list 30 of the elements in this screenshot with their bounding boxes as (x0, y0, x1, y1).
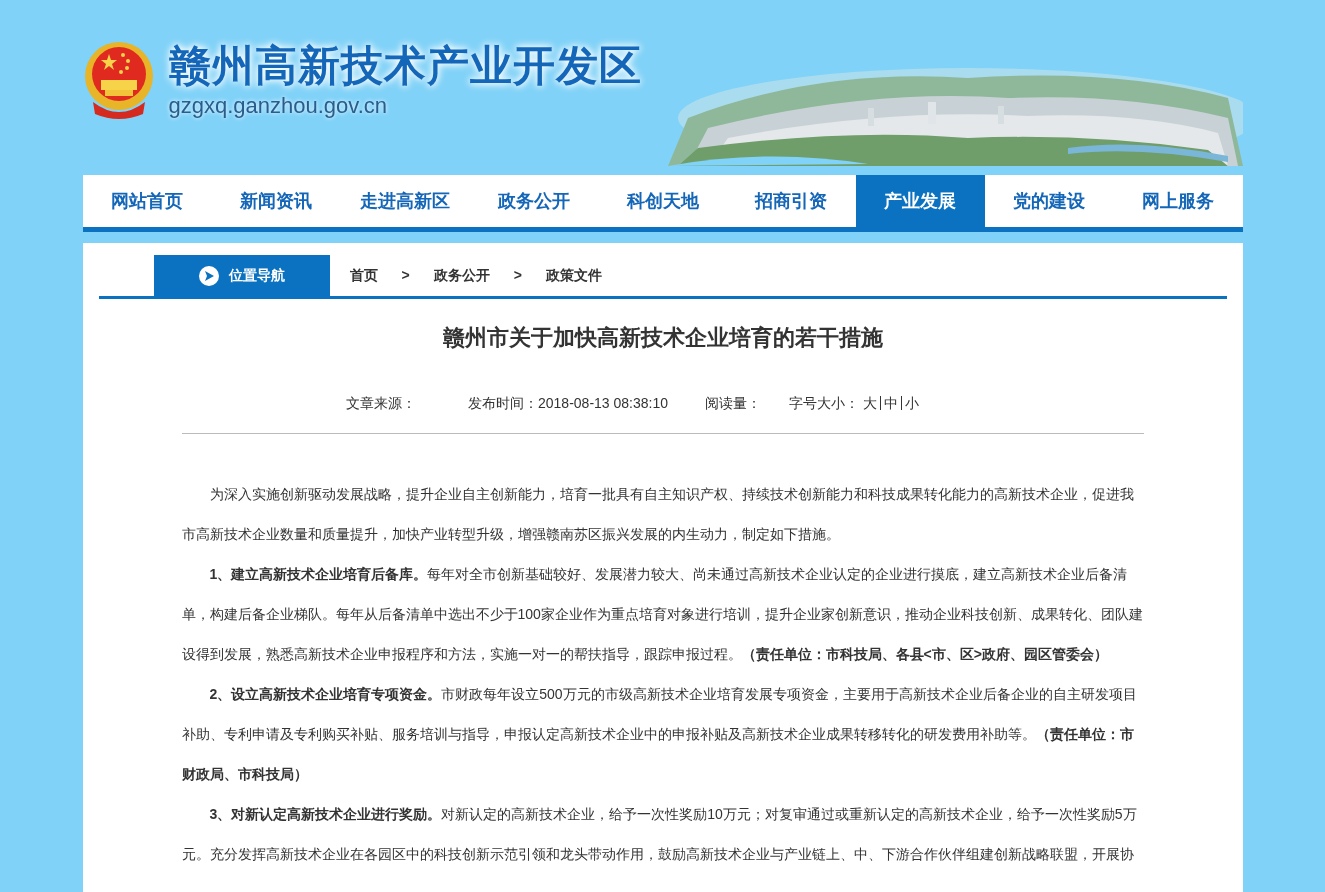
meta-text: 阅读量： (705, 393, 762, 413)
breadcrumb-link[interactable]: 政务公开 (433, 265, 490, 286)
nav-tab[interactable]: 科创天地 (598, 175, 727, 227)
site-url: gzgxq.ganzhou.gov.cn (168, 92, 389, 120)
font-size-link[interactable]: 小 (905, 392, 919, 414)
font-size-link[interactable]: 中 (884, 392, 898, 414)
nav-tab[interactable]: 招商引资 (726, 175, 856, 227)
breadcrumb-link[interactable]: 政策文件 (545, 265, 602, 286)
article-paragraph: 为深入实施创新驱动发展战略，提升企业自主创新能力，培育一批具有自主知识产权、持续技术创新能力和科技成果转化能力的高新技术企业，促进我市高新技术企业数量和质量提升，加快产业转型升级，增强赣南苏区振兴发展的内生动力，制定如下措施。 (181, 485, 1135, 544)
nav-tab[interactable]: 网站首页 (82, 175, 212, 227)
breadcrumb-separator: > (400, 266, 411, 285)
nav-tab[interactable]: 网上服务 (1113, 175, 1243, 227)
nav-tab[interactable]: 新闻资讯 (211, 175, 341, 227)
article-paragraph: 1、建立高新技术企业培育后备库。每年对全市创新基础较好、发展潜力较大、尚未通过高新技术企业认定的企业进行摸底，建立高新技术企业后备清单，构建后备企业梯队。每年从后备清单中选出不少于100家企业作为重点培育对象进行培训，提升企业家创新意识，推动企业科技创新、成果转化、团队建设得到发展，熟悉高新技术企业申报程序和方法，实施一对一的帮扶指导，跟踪申报过程。（责任单位：市科技局、各县<市、区>政府、园区管委会） (181, 565, 1144, 664)
breadcrumb-separator: > (512, 266, 523, 285)
nav-tab[interactable]: 党的建设 (984, 175, 1114, 227)
breadcrumb-link[interactable]: 首页 (349, 265, 378, 286)
nav-tab[interactable]: 走进高新区 (340, 175, 470, 227)
font-size-link[interactable]: 大 (863, 392, 877, 414)
meta-text: 发布时间：2018-08-13 08:38:10 (468, 393, 669, 413)
site-title: 赣州高新技术产业开发区 (168, 41, 642, 91)
nav-tab[interactable]: 政务公开 (469, 175, 599, 227)
nav-tab[interactable]: 产业发展 (855, 175, 985, 227)
article-paragraph: 3、对新认定高新技术企业进行奖励。对新认定的高新技术企业，给予一次性奖励10万元；对复审通过或重新认定的高新技术企业，给予一次性奖励5万元。充分发挥高新技术企业在各园区中的科技创新示范引领和龙头带动作用，鼓励高新技术企业与产业链上、中、下游合作伙伴组建创新战略联盟，开展协 (181, 805, 1138, 864)
emblem-icon (82, 40, 155, 120)
font-size-label: 字号大小： (789, 393, 859, 413)
article-paragraph: 2、设立高新技术企业培育专项资金。市财政每年设立500万元的市级高新技术企业培育发展专项资金，主要用于高新技术企业后备企业的自主研发项目补助、专利申请及专利购买补贴、服务培训与指导，申报认定高新技术企业中的申报补贴及高新技术企业成果转移转化的研发费用补助等。（责任单位：市财政局、市科技局） (181, 685, 1138, 784)
breadcrumb-label-text: 位置导航 (228, 266, 285, 285)
meta-text: 文章来源： (346, 393, 417, 413)
article-title: 赣州市关于加快高新技术企业培育的若干措施 (441, 324, 884, 352)
